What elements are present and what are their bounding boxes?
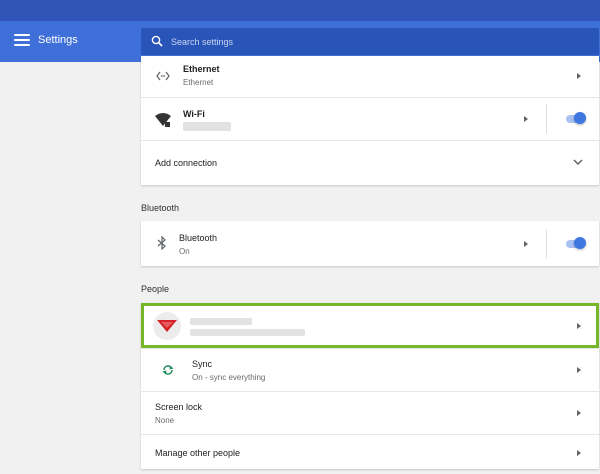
add-connection-label: Add connection	[155, 158, 218, 168]
avatar	[153, 312, 181, 340]
wifi-title: Wi-Fi	[183, 109, 205, 119]
wifi-icon	[155, 113, 171, 127]
account-row[interactable]	[141, 303, 599, 348]
search-icon	[151, 35, 163, 47]
account-name-redacted	[190, 318, 252, 325]
bluetooth-section-title: Bluetooth	[141, 203, 180, 213]
sync-arrow-icon	[577, 367, 581, 373]
search-box[interactable]	[141, 28, 599, 55]
bluetooth-subtitle: On	[179, 247, 190, 256]
sync-row[interactable]: Sync On - sync everything	[141, 349, 599, 391]
bluetooth-row[interactable]: Bluetooth On	[141, 221, 599, 266]
bluetooth-title: Bluetooth	[179, 233, 218, 243]
wifi-toggle[interactable]	[564, 112, 586, 126]
account-email-redacted	[190, 329, 305, 336]
bluetooth-arrow-icon	[524, 241, 528, 247]
ethernet-icon	[156, 71, 170, 81]
wifi-arrow-icon	[524, 116, 528, 122]
wifi-network-name-redacted	[183, 122, 231, 131]
avatar-logo-icon	[157, 320, 177, 332]
add-connection-row[interactable]: Add connection	[141, 141, 599, 185]
top-strip	[0, 0, 600, 21]
divider	[546, 229, 547, 259]
chevron-down-icon	[573, 159, 583, 166]
screen-lock-row[interactable]: Screen lock None	[141, 392, 599, 434]
manage-other-people-label: Manage other people	[155, 448, 241, 458]
ethernet-arrow-icon	[577, 73, 581, 79]
manage-other-people-row[interactable]: Manage other people	[141, 435, 599, 469]
bluetooth-icon	[157, 236, 166, 250]
sync-icon	[162, 365, 174, 375]
sync-title: Sync	[192, 359, 213, 369]
bluetooth-toggle[interactable]	[564, 237, 586, 251]
page-title: Settings	[38, 34, 78, 46]
wifi-row[interactable]: Wi-Fi	[141, 98, 599, 140]
divider	[546, 104, 547, 134]
ethernet-title: Ethernet	[183, 64, 220, 74]
network-card: Ethernet Ethernet Wi-Fi Add connection	[141, 56, 599, 185]
search-input[interactable]	[171, 28, 581, 55]
ethernet-row[interactable]: Ethernet Ethernet	[141, 56, 599, 96]
people-section-title: People	[141, 284, 170, 294]
hamburger-menu-icon[interactable]	[14, 34, 30, 48]
screen-lock-arrow-icon	[577, 410, 581, 416]
bluetooth-card: Bluetooth On	[141, 221, 599, 266]
screen-lock-subtitle: None	[155, 416, 175, 425]
account-arrow-icon	[577, 323, 581, 329]
people-card: Sync On - sync everything Screen lock No…	[141, 303, 599, 469]
manage-other-people-arrow-icon	[577, 450, 581, 456]
sync-subtitle: On - sync everything	[192, 373, 266, 382]
ethernet-subtitle: Ethernet	[183, 78, 214, 87]
screen-lock-title: Screen lock	[155, 402, 203, 412]
